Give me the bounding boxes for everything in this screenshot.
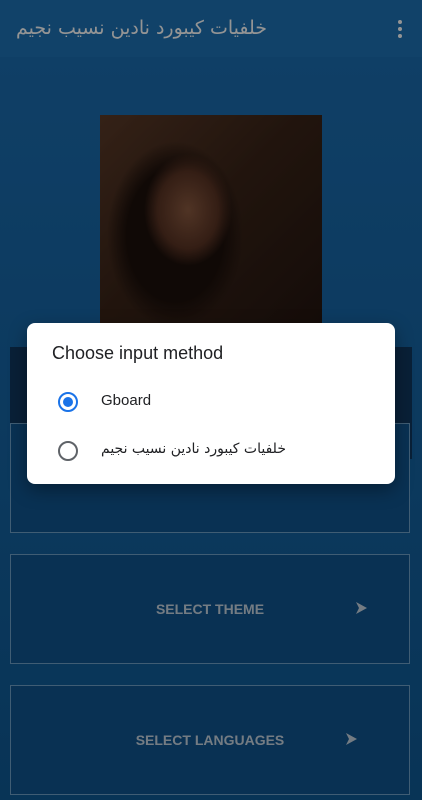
input-method-dialog: Choose input method Gboard خلفيات كيبورد… <box>27 323 395 484</box>
radio-unselected-icon[interactable] <box>58 441 78 461</box>
radio-selected-icon[interactable] <box>58 392 78 412</box>
dialog-title: Choose input method <box>52 343 224 363</box>
input-method-option-gboard[interactable]: Gboard <box>27 380 395 424</box>
app-screen: خلفيات كيبورد نادين نسيب نجيم SELECT THE… <box>0 0 422 800</box>
option-label: خلفيات كيبورد نادين نسيب نجيم <box>101 441 286 457</box>
input-method-option-app-keyboard[interactable]: خلفيات كيبورد نادين نسيب نجيم <box>27 429 395 473</box>
option-label: Gboard <box>101 392 152 409</box>
